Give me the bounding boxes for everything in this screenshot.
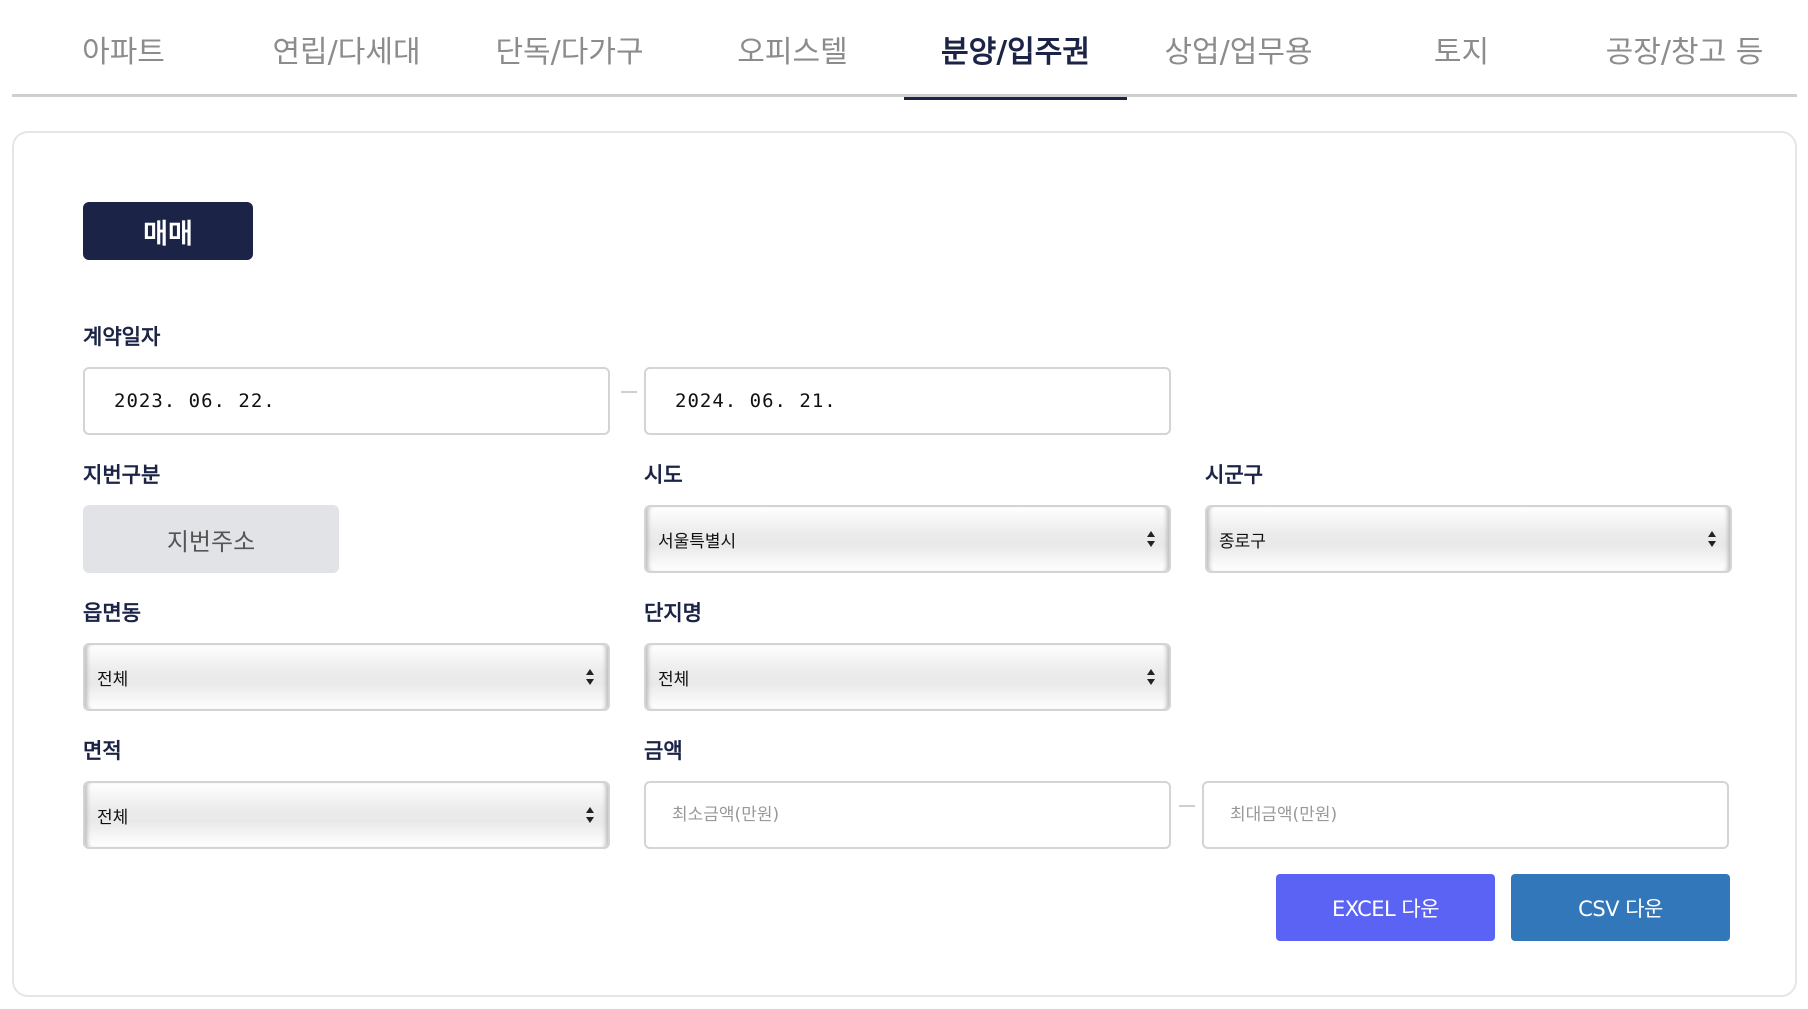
eupmyeondong-select[interactable]: 전체 bbox=[83, 643, 610, 711]
tab-commercial[interactable]: 상업/업무용 bbox=[1127, 0, 1350, 97]
sido-select[interactable]: 서울특별시 bbox=[644, 505, 1171, 573]
select-arrows-icon bbox=[1708, 531, 1716, 547]
area-select-value: 전체 bbox=[97, 807, 129, 828]
contract-date-start-input[interactable]: 2023. 06. 22. bbox=[83, 367, 610, 435]
sigungu-select[interactable]: 종로구 bbox=[1205, 505, 1732, 573]
property-type-tabs: 아파트 연립/다세대 단독/다가구 오피스텔 분양/입주권 상업/업무용 토지 … bbox=[12, 0, 1797, 100]
excel-download-button[interactable]: EXCEL 다운 bbox=[1276, 874, 1495, 941]
tab-villa[interactable]: 연립/다세대 bbox=[235, 0, 458, 97]
select-arrows-icon bbox=[586, 669, 594, 685]
sigungu-select-value: 종로구 bbox=[1219, 531, 1266, 552]
tab-land[interactable]: 토지 bbox=[1350, 0, 1573, 97]
complex-name-label: 단지명 bbox=[644, 601, 702, 625]
select-arrows-icon bbox=[586, 807, 594, 823]
csv-download-button[interactable]: CSV 다운 bbox=[1511, 874, 1730, 941]
amount-label: 금액 bbox=[644, 739, 683, 763]
lot-type-label: 지번구분 bbox=[83, 463, 161, 487]
tab-apartment[interactable]: 아파트 bbox=[12, 0, 235, 97]
complex-name-select[interactable]: 전체 bbox=[644, 643, 1171, 711]
lot-address-button[interactable]: 지번주소 bbox=[83, 505, 339, 573]
sigungu-label: 시군구 bbox=[1205, 463, 1263, 487]
sido-select-value: 서울특별시 bbox=[658, 531, 737, 552]
tab-presale-right[interactable]: 분양/입주권 bbox=[904, 0, 1127, 100]
tab-detached-house[interactable]: 단독/다가구 bbox=[458, 0, 681, 97]
complex-name-select-value: 전체 bbox=[658, 669, 690, 690]
max-amount-input[interactable] bbox=[1202, 781, 1729, 849]
area-label: 면적 bbox=[83, 739, 122, 763]
select-arrows-icon bbox=[1147, 531, 1155, 547]
tab-factory-warehouse[interactable]: 공장/창고 등 bbox=[1573, 0, 1796, 97]
sido-label: 시도 bbox=[644, 463, 683, 487]
tab-officetel[interactable]: 오피스텔 bbox=[681, 0, 904, 97]
search-panel: 매매 계약일자 2023. 06. 22. 2024. 06. 21. 지번구분… bbox=[12, 131, 1797, 997]
contract-date-end-input[interactable]: 2024. 06. 21. bbox=[644, 367, 1171, 435]
select-arrows-icon bbox=[1147, 669, 1155, 685]
eupmyeondong-label: 읍면동 bbox=[83, 601, 141, 625]
area-select[interactable]: 전체 bbox=[83, 781, 610, 849]
amount-range-dash bbox=[1179, 805, 1195, 807]
min-amount-input[interactable] bbox=[644, 781, 1171, 849]
trade-type-button[interactable]: 매매 bbox=[83, 202, 253, 260]
date-range-dash bbox=[621, 391, 637, 393]
contract-date-label: 계약일자 bbox=[83, 325, 161, 349]
eupmyeondong-select-value: 전체 bbox=[97, 669, 129, 690]
